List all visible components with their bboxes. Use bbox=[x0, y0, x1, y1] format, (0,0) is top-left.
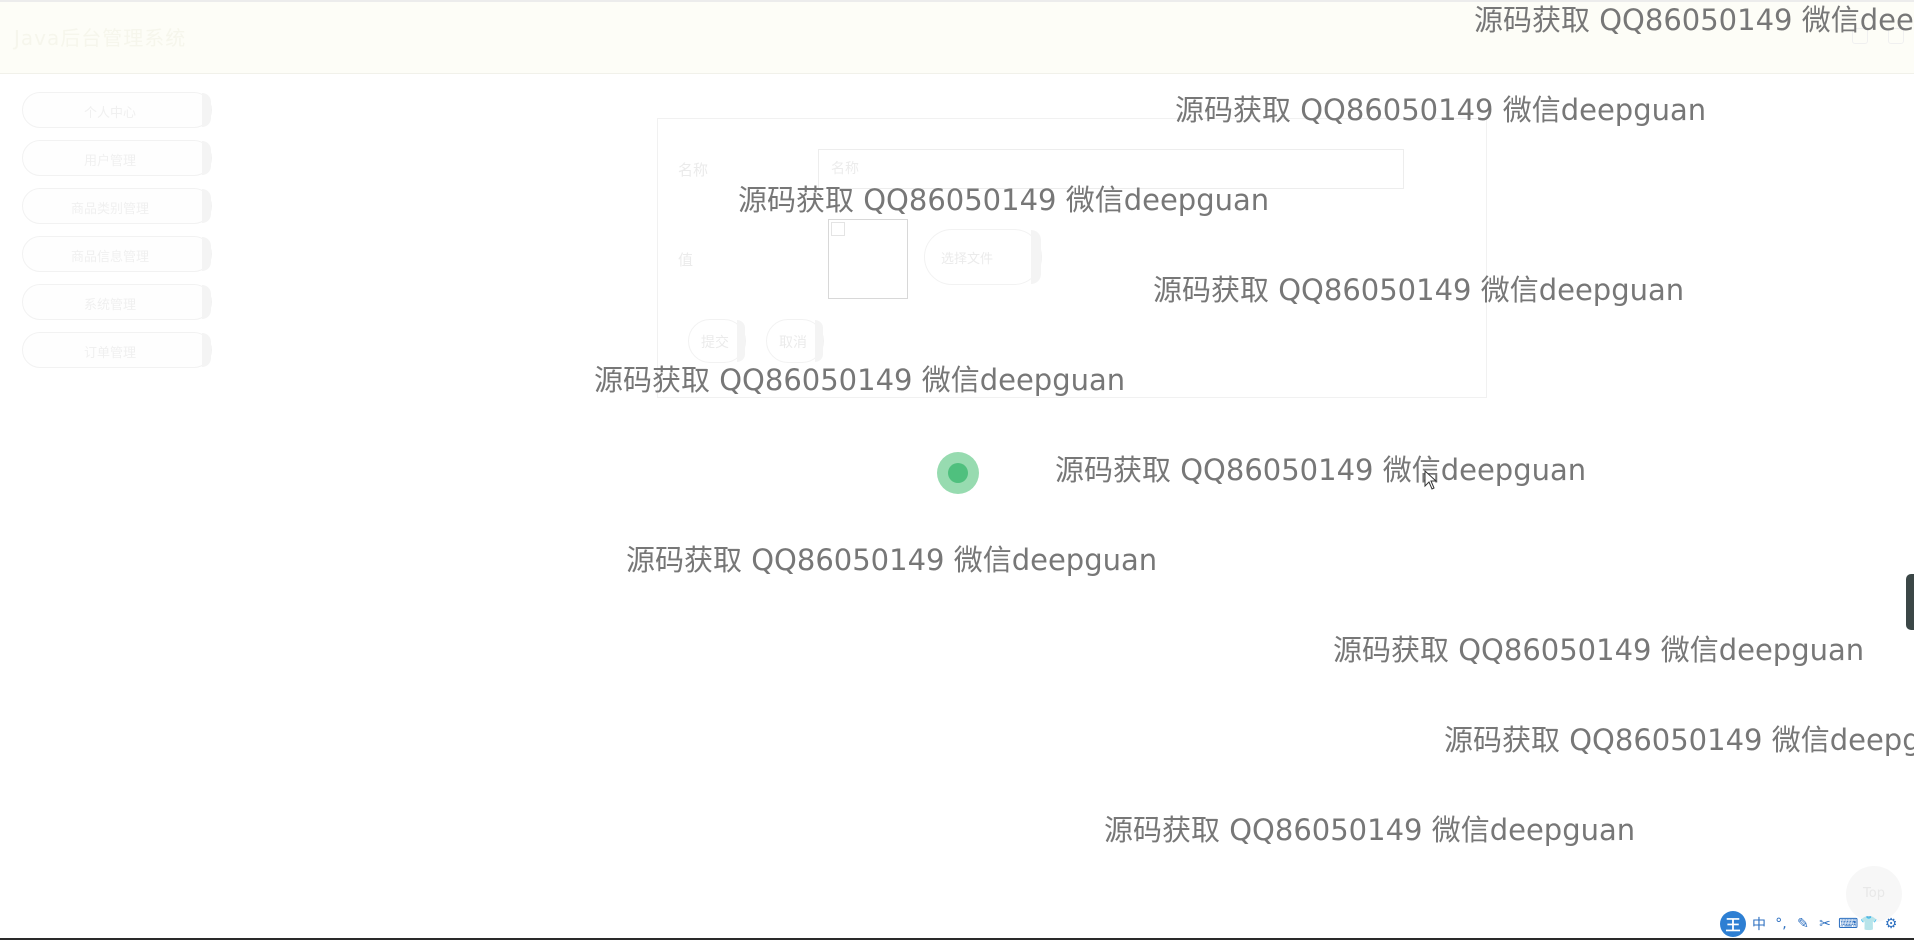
watermark-text: 源码获取 QQ86050149 微信deepguan bbox=[1474, 3, 1914, 37]
ime-handwriting-icon[interactable]: ✎ bbox=[1794, 916, 1812, 932]
edit-form: 名称 值 选择文件 提交 取消 bbox=[657, 118, 1487, 398]
side-panel-handle[interactable] bbox=[1906, 574, 1914, 630]
name-label: 名称 bbox=[678, 161, 709, 179]
ime-toolbar: 王 中 °, ✎ ✂ ⌨ 👕 ⚙ bbox=[1720, 910, 1914, 938]
watermark-text: 源码获取 QQ86050149 微信deepguan bbox=[1175, 93, 1707, 127]
sidebar-item-system-management[interactable]: 系统管理 bbox=[22, 284, 212, 320]
choose-file-button[interactable]: 选择文件 bbox=[924, 229, 1042, 285]
ime-settings-icon[interactable]: ⚙ bbox=[1882, 916, 1900, 932]
choose-file-label: 选择文件 bbox=[941, 252, 994, 267]
watermark-text: 源码获取 QQ86050149 微信deepguan bbox=[1444, 723, 1914, 757]
sidebar-item-label: 商品类别管理 bbox=[70, 202, 149, 217]
ime-keyboard-icon[interactable]: ⌨ bbox=[1838, 916, 1858, 932]
sidebar-item-label: 商品信息管理 bbox=[70, 250, 149, 265]
sidebar-item-user-management[interactable]: 用户管理 bbox=[22, 140, 212, 176]
back-to-top-label: Top bbox=[1863, 886, 1885, 901]
submit-label: 提交 bbox=[701, 335, 729, 351]
sidebar-item-tab bbox=[202, 285, 211, 319]
sidebar-item-label: 订单管理 bbox=[83, 346, 136, 361]
sidebar-item-tab bbox=[202, 237, 211, 271]
button-tab bbox=[1031, 230, 1041, 284]
page-root: Java后台管理系统 个人中心 用户管理 商品类别管理 商品信息管理 系统管理 bbox=[0, 0, 1914, 940]
loading-indicator bbox=[937, 452, 979, 494]
button-tab bbox=[737, 320, 745, 362]
cancel-label: 取消 bbox=[779, 335, 807, 351]
watermark-text: 源码获取 QQ86050149 微信deepguan bbox=[1104, 813, 1636, 847]
sidebar-item-label: 个人中心 bbox=[83, 106, 136, 121]
ime-language-toggle[interactable]: 中 bbox=[1750, 914, 1768, 934]
sidebar: 个人中心 用户管理 商品类别管理 商品信息管理 系统管理 订单管理 bbox=[22, 92, 212, 380]
watermark-text: 源码获取 QQ86050149 微信deepguan bbox=[1055, 453, 1587, 487]
image-preview bbox=[828, 219, 908, 299]
sidebar-item-tab bbox=[202, 141, 211, 175]
watermark-text: 源码获取 QQ86050149 微信deepguan bbox=[738, 183, 1270, 217]
sidebar-item-order-management[interactable]: 订单管理 bbox=[22, 332, 212, 368]
watermark-text: 源码获取 QQ86050149 微信deepguan bbox=[1153, 273, 1685, 307]
watermark-text: 源码获取 QQ86050149 微信deepguan bbox=[626, 543, 1158, 577]
ime-punctuation-icon[interactable]: °, bbox=[1772, 916, 1790, 932]
value-label: 值 bbox=[678, 251, 694, 269]
sidebar-item-tab bbox=[202, 189, 211, 223]
sidebar-item-tab bbox=[202, 93, 211, 127]
submit-button[interactable]: 提交 bbox=[688, 319, 746, 363]
sidebar-item-label: 系统管理 bbox=[83, 298, 136, 313]
app-title: Java后台管理系统 bbox=[14, 26, 187, 50]
sidebar-item-category-management[interactable]: 商品类别管理 bbox=[22, 188, 212, 224]
sidebar-item-personal-center[interactable]: 个人中心 bbox=[22, 92, 212, 128]
watermark-text: 源码获取 QQ86050149 微信deepguan bbox=[1333, 633, 1865, 667]
cancel-button[interactable]: 取消 bbox=[766, 319, 824, 363]
button-tab bbox=[815, 320, 823, 362]
watermark-text: 源码获取 QQ86050149 微信deepguan bbox=[594, 363, 1126, 397]
ime-scissors-icon[interactable]: ✂ bbox=[1816, 916, 1834, 932]
sidebar-item-tab bbox=[202, 333, 211, 367]
sidebar-item-product-management[interactable]: 商品信息管理 bbox=[22, 236, 212, 272]
ime-logo-icon[interactable]: 王 bbox=[1720, 911, 1746, 937]
mouse-cursor-icon bbox=[1424, 470, 1438, 490]
sidebar-item-label: 用户管理 bbox=[83, 154, 136, 169]
ime-skin-icon[interactable]: 👕 bbox=[1860, 916, 1878, 932]
